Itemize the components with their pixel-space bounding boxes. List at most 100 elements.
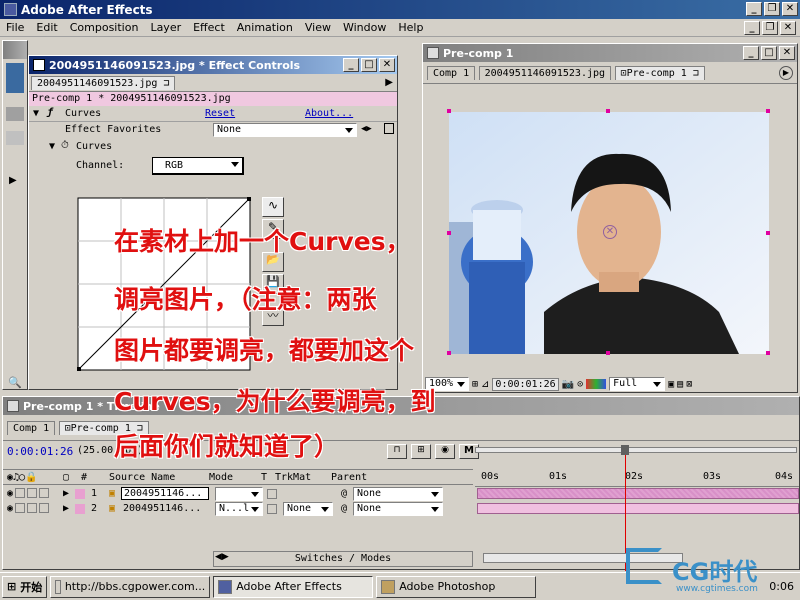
menu-composition[interactable]: Composition [64,21,145,34]
layer-handle[interactable] [447,231,451,235]
comp-panel-menu-icon[interactable]: ▶ [779,66,793,80]
effect-favorites-label: Effect Favorites [65,124,162,135]
mask-view-icon[interactable]: ⊿ [481,379,489,390]
tab-source-jpg[interactable]: 2004951146091523.jpg [478,66,612,80]
time-ruler[interactable]: 00s 01s 02s 03s 04s [475,457,799,487]
layer-parent-dropdown[interactable]: None [353,501,443,516]
layer-parent-dropdown[interactable]: None [353,486,443,501]
layer-t-checkbox[interactable] [267,503,277,514]
start-button[interactable]: ⊞ 开始 [2,575,48,598]
tab-effect-source[interactable]: 2004951146091523.jpg ⊐ [31,76,176,90]
project-item[interactable] [6,131,24,145]
layer-row[interactable]: ◉ ▶ 1 ▣ 2004951146... @ None [3,486,473,501]
anchor-point-icon[interactable]: ✕ [603,225,617,239]
show-snapshot-icon[interactable]: ⊙ [577,379,583,390]
frame-blending-icon[interactable]: ⊞ [411,444,431,459]
menu-animation[interactable]: Animation [231,21,299,34]
layer-trkmat-dropdown[interactable]: None [283,501,333,516]
layer-duration-bar[interactable] [477,488,799,499]
menu-layer[interactable]: Layer [144,21,187,34]
panel-menu-arrow-icon[interactable]: ▶ [385,77,393,88]
layer-visibility-icon[interactable]: ◉ [3,488,63,499]
resolution-dropdown[interactable]: Full [609,377,666,391]
comp-flowchart-icon[interactable]: ⊠ [686,379,692,390]
expand-arrow-icon[interactable]: ▶ [9,175,21,186]
mdi-close-button[interactable]: ✕ [780,21,796,35]
stopwatch-icon[interactable]: ⏱ [61,140,69,151]
switches-modes-toggle[interactable]: Switches / Modes [213,551,473,567]
about-link[interactable]: About... [305,108,353,119]
close-button[interactable]: ✕ [782,2,798,16]
tab-pre-comp-1[interactable]: ⊡Pre-comp 1 ⊐ [614,66,705,80]
motion-blur-icon[interactable]: ◉ [435,444,455,459]
layer-duration-bar[interactable] [477,503,799,514]
timeline-timecode[interactable]: 0:00:01:26 [7,445,73,458]
comp-minimize-button[interactable]: _ [743,46,759,60]
minimize-button[interactable]: _ [746,2,762,16]
col-source-name[interactable]: Source Name [109,472,209,483]
switches-scroll-icon[interactable]: ◀▶ [215,552,229,562]
layer-mode-dropdown[interactable] [215,486,263,501]
expand-curves-property-icon[interactable]: ▼ [49,141,55,152]
panel-close-button[interactable]: ✕ [379,58,395,72]
fx-toggle-icon[interactable]: ƒ [47,107,53,118]
menu-view[interactable]: View [299,21,337,34]
time-navigator-handle[interactable] [621,445,629,455]
time-navigator[interactable] [475,447,797,453]
menu-help[interactable]: Help [392,21,429,34]
transparency-grid-icon[interactable]: ▤ [677,379,683,390]
panel-maximize-button[interactable]: □ [361,58,377,72]
layer-expand-arrow-icon[interactable]: ▶ [63,503,75,514]
layer-mode-dropdown[interactable]: N...l [215,501,263,516]
pickwhip-icon[interactable]: @ [341,488,353,499]
layer-expand-arrow-icon[interactable]: ▶ [63,488,75,499]
layer-visibility-icon[interactable]: ◉ [3,503,63,514]
channel-rgb-icon[interactable] [586,379,607,389]
comp-viewer[interactable]: ✕ [424,86,796,375]
favorites-apply-icon[interactable] [384,123,394,134]
safe-margins-icon[interactable]: ⊞ [472,379,478,390]
layer-handle[interactable] [447,109,451,113]
layer-handle[interactable] [766,109,770,113]
project-item[interactable] [6,107,24,121]
menu-effect[interactable]: Effect [187,21,231,34]
region-of-interest-icon[interactable]: ▣ [668,379,674,390]
panel-minimize-button[interactable]: _ [343,58,359,72]
binoculars-icon[interactable]: 🔍 [8,376,22,389]
taskbar-item-after-effects[interactable]: Adobe After Effects [213,575,374,598]
layer-handle[interactable] [766,231,770,235]
reset-link[interactable]: Reset [205,108,235,119]
favorites-prev-next-icon[interactable]: ◀▶ [361,124,372,134]
taskbar-item-browser[interactable]: http://bbs.cgpower.com... [50,575,211,598]
tab-timeline-comp-1[interactable]: Comp 1 [7,421,56,435]
restore-button[interactable]: ❐ [764,2,780,16]
pickwhip-icon[interactable]: @ [341,503,353,514]
layer-t-checkbox[interactable] [267,488,277,499]
comp-close-button[interactable]: ✕ [779,46,795,60]
layer-handle[interactable] [447,351,451,355]
layer-name[interactable]: 2004951146... [121,487,209,500]
mdi-minimize-button[interactable]: _ [744,21,760,35]
mdi-restore-button[interactable]: ❐ [762,21,778,35]
menu-edit[interactable]: Edit [30,21,63,34]
shy-layers-icon[interactable]: ⊓ [387,444,407,459]
effect-favorites-dropdown[interactable]: None [213,123,357,137]
snapshot-icon[interactable]: 📷 [562,379,574,390]
taskbar-item-photoshop[interactable]: Adobe Photoshop [376,575,537,598]
layer-row[interactable]: ◉ ▶ 2 ▣ 2004951146... N...l None @ None [3,501,473,516]
tab-comp-1[interactable]: Comp 1 [427,66,476,80]
channel-dropdown[interactable]: RGB [152,157,244,175]
menu-window[interactable]: Window [337,21,392,34]
layer-name[interactable]: 2004951146... [121,503,209,514]
expand-curves-icon[interactable]: ▼ [33,108,39,119]
layer-label-color[interactable] [75,488,85,499]
ruler-tick-label: 00s [481,471,500,482]
menu-file[interactable]: File [0,21,30,34]
layer-handle[interactable] [606,109,610,113]
layer-handle[interactable] [766,351,770,355]
bezier-curve-tool-icon[interactable]: ∿ [262,197,284,217]
layer-label-color[interactable] [75,503,85,514]
comp-maximize-button[interactable]: □ [761,46,777,60]
comp-timecode[interactable]: 0:00:01:26 [492,377,559,391]
layer-handle[interactable] [606,351,610,355]
